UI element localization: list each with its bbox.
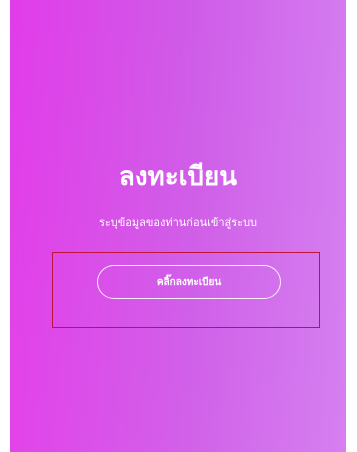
register-panel: ลงทะเบียน ระบุข้อมูลของท่านก่อนเข้าสู่ระ… — [10, 0, 346, 452]
page-frame: ลงทะเบียน ระบุข้อมูลของท่านก่อนเข้าสู่ระ… — [0, 0, 357, 452]
register-button[interactable]: คลิ๊กลงทะเบียน — [97, 265, 281, 299]
page-subtitle: ระบุข้อมูลของท่านก่อนเข้าสู่ระบบ — [98, 216, 258, 229]
page-title: ลงทะเบียน — [118, 162, 238, 192]
